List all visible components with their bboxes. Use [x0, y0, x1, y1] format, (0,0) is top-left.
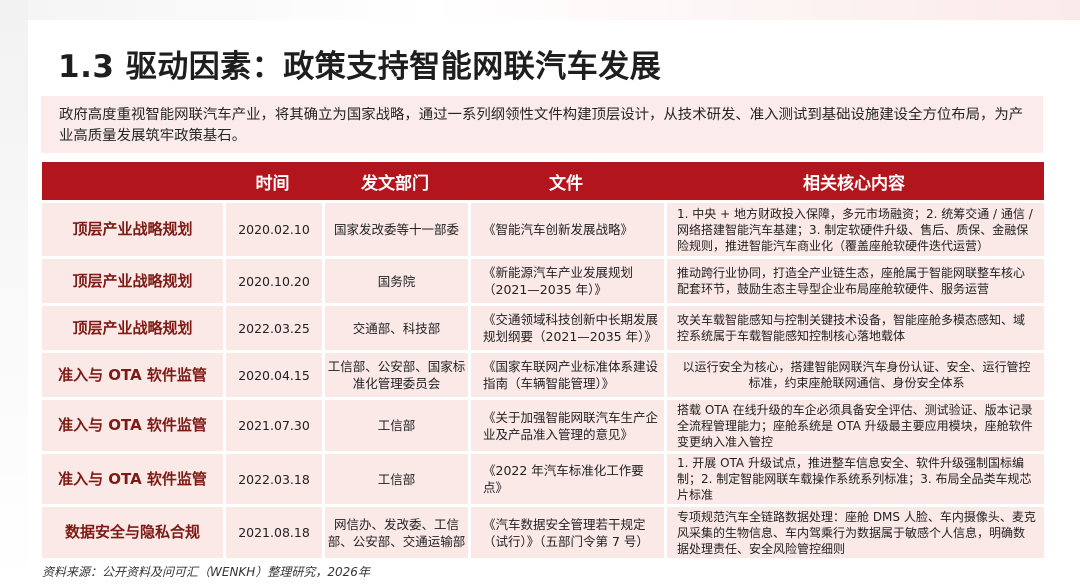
row-category: 准入与 OTA 软件监管 — [42, 400, 223, 451]
row-date: 2020.04.15 — [223, 353, 322, 397]
row-content: 推动跨行业协同，打造全产业链生态，座舱属于智能网联整车核心配套环节，鼓励生态主导… — [664, 259, 1044, 303]
left-decoration-strip — [0, 0, 28, 586]
row-date: 2021.08.18 — [223, 507, 322, 558]
row-content: 专项规范汽车全链路数据处理：座舱 DMS 人脸、车内摄像头、麦克风采集的生物信息… — [664, 507, 1044, 558]
row-date: 2022.03.25 — [223, 306, 322, 350]
page-title: 1.3 驱动因素：政策支持智能网联汽车发展 — [58, 49, 662, 85]
row-document: 《汽车数据安全管理若干规定（试行）》（五部门令第 7 号） — [468, 507, 664, 558]
row-category: 准入与 OTA 软件监管 — [42, 454, 223, 504]
row-content: 搭载 OTA 在线升级的车企必须具备安全评估、测试验证、版本记录全流程管理能力；… — [664, 400, 1044, 451]
row-category: 数据安全与隐私合规 — [42, 507, 223, 558]
table-row: 准入与 OTA 软件监管 2021.07.30 工信部 《关于加强智能网联汽车生… — [42, 400, 1044, 451]
row-department: 工信部 — [322, 454, 468, 504]
top-decoration-bar — [0, 0, 1080, 20]
row-content: 以运行安全为核心，搭建智能网联汽车身份认证、安全、运行管控标准，约束座舱联网通信… — [664, 353, 1044, 397]
header-department: 发文部门 — [361, 173, 429, 194]
row-date: 2021.07.30 — [223, 400, 322, 451]
row-content: 1. 开展 OTA 升级试点，推进整车信息安全、软件升级强制国标编制；2. 制定… — [664, 454, 1044, 504]
row-document: 《智能汽车创新发展战略》 — [468, 203, 664, 256]
row-department: 工信部 — [322, 400, 468, 451]
table-row: 顶层产业战略规划 2020.02.10 国家发改委等十一部委 《智能汽车创新发展… — [42, 203, 1044, 256]
row-department: 国务院 — [322, 259, 468, 303]
row-department: 交通部、科技部 — [322, 306, 468, 350]
row-category: 顶层产业战略规划 — [42, 306, 223, 350]
row-department: 网信办、发改委、工信部、公安部、交通运输部 — [322, 507, 468, 558]
row-document: 《2022 年汽车标准化工作要点》 — [468, 454, 664, 504]
header-core-content: 相关核心内容 — [803, 173, 905, 194]
table-row: 顶层产业战略规划 2020.10.20 国务院 《新能源汽车产业发展规划（202… — [42, 259, 1044, 303]
table-row: 准入与 OTA 软件监管 2020.04.15 工信部、公安部、国家标准化管理委… — [42, 353, 1044, 397]
row-department: 国家发改委等十一部委 — [322, 203, 468, 256]
row-document: 《交通领域科技创新中长期发展规划纲要（2021—2035 年）》 — [468, 306, 664, 350]
header-category — [42, 162, 223, 200]
row-category: 准入与 OTA 软件监管 — [42, 353, 223, 397]
policy-table: 时间 发文部门 文件 相关核心内容 顶层产业战略规划 2020.02.10 国家… — [42, 162, 1044, 558]
row-date: 2020.10.20 — [223, 259, 322, 303]
row-date: 2022.03.18 — [223, 454, 322, 504]
row-document: 《国家车联网产业标准体系建设指南（车辆智能管理）》 — [468, 353, 664, 397]
row-content: 1. 中央 + 地方财政投入保障，多元市场融资；2. 统筹交通 / 通信 / 网… — [664, 203, 1044, 256]
table-row: 顶层产业战略规划 2022.03.25 交通部、科技部 《交通领域科技创新中长期… — [42, 306, 1044, 350]
intro-text: 政府高度重视智能网联汽车产业，将其确立为国家战略，通过一系列纲领性文件构建顶层设… — [41, 96, 1043, 153]
header-document: 文件 — [549, 173, 583, 194]
row-date: 2020.02.10 — [223, 203, 322, 256]
row-document: 《新能源汽车产业发展规划（2021—2035 年）》 — [468, 259, 664, 303]
row-category: 顶层产业战略规划 — [42, 203, 223, 256]
row-department: 工信部、公安部、国家标准化管理委员会 — [322, 353, 468, 397]
header-time: 时间 — [255, 173, 290, 194]
row-category: 顶层产业战略规划 — [42, 259, 223, 303]
table-header: 时间 发文部门 文件 相关核心内容 — [42, 162, 1044, 200]
row-content: 攻关车载智能感知与控制关键技术设备，智能座舱多模态感知、域控系统属于车载智能感知… — [664, 306, 1044, 350]
source-note: 资料来源：公开资料及问可汇（WENKH）整理研究，2026年 — [42, 565, 370, 579]
row-document: 《关于加强智能网联汽车生产企业及产品准入管理的意见》 — [468, 400, 664, 451]
table-row: 数据安全与隐私合规 2021.08.18 网信办、发改委、工信部、公安部、交通运… — [42, 507, 1044, 558]
table-row: 准入与 OTA 软件监管 2022.03.18 工信部 《2022 年汽车标准化… — [42, 454, 1044, 504]
